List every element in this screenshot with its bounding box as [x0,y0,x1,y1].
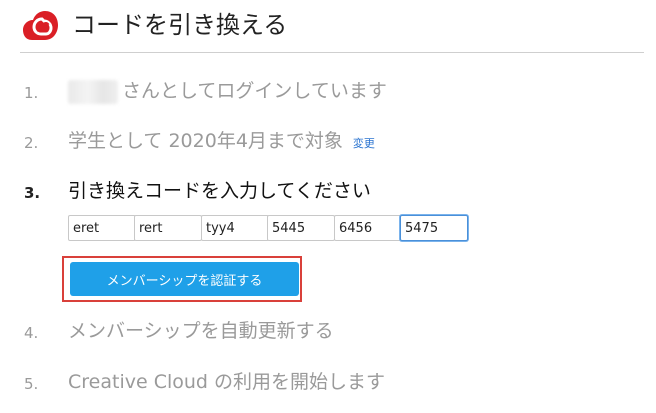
step-text: メンバーシップを自動更新する [68,320,334,342]
code-field-3[interactable] [201,215,269,241]
code-field-5[interactable] [334,215,402,241]
step-number: 4. [24,324,39,342]
step-number: 3. [24,184,41,202]
step-text: さんとしてログインしています [122,80,387,102]
step-text: 学生として 2020年4月まで対象 [68,130,343,152]
page-title: コードを引き換える [72,11,288,39]
code-field-6[interactable] [400,215,468,241]
code-field-1[interactable] [68,215,136,241]
step-text: Creative Cloud の利用を開始します [68,371,386,393]
step-number: 1. [24,84,39,102]
step-number: 5. [24,375,39,393]
creative-cloud-icon [23,11,58,40]
change-link[interactable]: 変更 [353,137,375,150]
redacted-username [68,79,118,104]
step-number: 2. [24,134,39,152]
verify-membership-button[interactable]: メンバーシップを認証する [70,262,299,296]
redeem-code-page: コードを引き換える 1. さんとしてログインしています 2. 学生として 202… [0,0,656,413]
code-field-2[interactable] [134,215,202,241]
step-text: 引き換えコードを入力してください [68,180,371,202]
code-field-4[interactable] [267,215,335,241]
page-header: コードを引き換える [20,6,644,53]
